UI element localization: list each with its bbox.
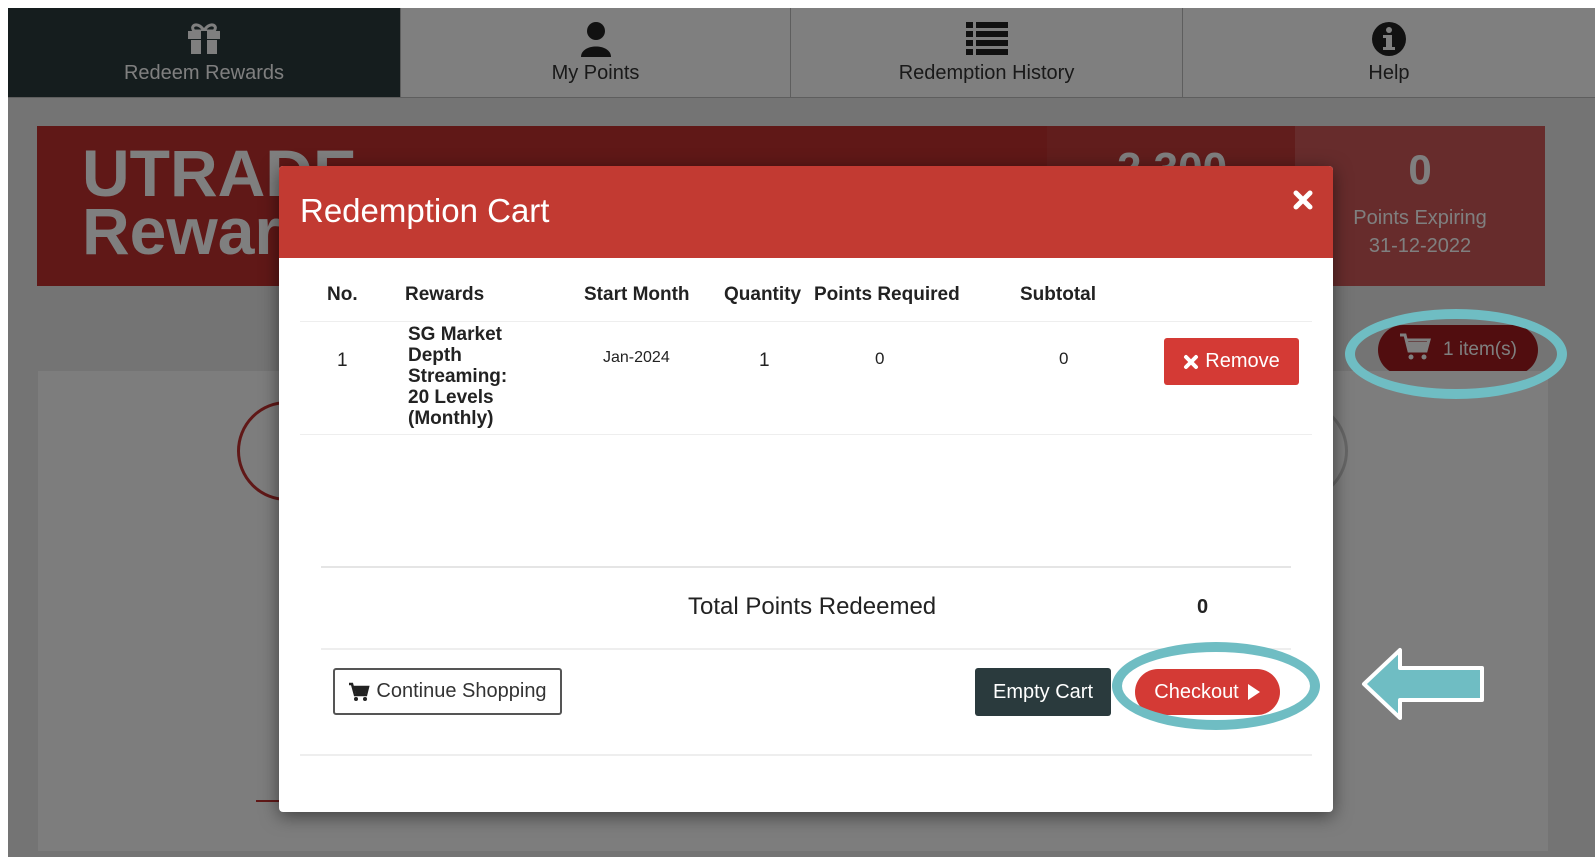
divider [300, 321, 1312, 322]
close-icon [1184, 354, 1199, 369]
continue-shopping-button[interactable]: Continue Shopping [333, 668, 562, 715]
row-number: 1 [337, 350, 348, 371]
modal-title: Redemption Cart [300, 192, 550, 229]
column-header-quantity: Quantity [724, 284, 802, 305]
column-header-rewards: Rewards [405, 284, 485, 305]
highlight-ring [1345, 309, 1567, 399]
remove-label: Remove [1205, 350, 1280, 372]
divider [300, 434, 1312, 435]
divider [321, 648, 1291, 650]
empty-cart-button[interactable]: Empty Cart [975, 668, 1111, 716]
row-subtotal: 0 [1059, 349, 1069, 368]
cart-icon [349, 682, 371, 701]
remove-button[interactable]: Remove [1164, 338, 1299, 385]
highlight-ring [1112, 642, 1320, 730]
close-button[interactable] [1291, 188, 1315, 212]
total-points-value: 0 [1197, 596, 1209, 618]
row-points-required: 0 [875, 349, 885, 368]
row-reward-name: SG Market Depth Streaming: 20 Levels (Mo… [408, 324, 508, 429]
modal-header: Redemption Cart [279, 166, 1333, 258]
column-header-points-required: Points Required [814, 284, 960, 305]
row-quantity: 1 [759, 350, 770, 371]
column-header-subtotal: Subtotal [1020, 284, 1096, 305]
pointer-arrow-icon [1362, 648, 1484, 720]
divider [300, 754, 1312, 756]
row-start-month: Jan-2024 [603, 349, 670, 366]
divider [321, 566, 1291, 568]
browser-viewport: Redeem Rewards My Points Redemption Hi [8, 8, 1595, 857]
column-header-no: No. [327, 284, 358, 305]
continue-shopping-label: Continue Shopping [376, 680, 547, 702]
column-header-start-month: Start Month [584, 284, 690, 305]
close-icon [1293, 190, 1313, 210]
total-points-label: Total Points Redeemed [688, 593, 937, 620]
